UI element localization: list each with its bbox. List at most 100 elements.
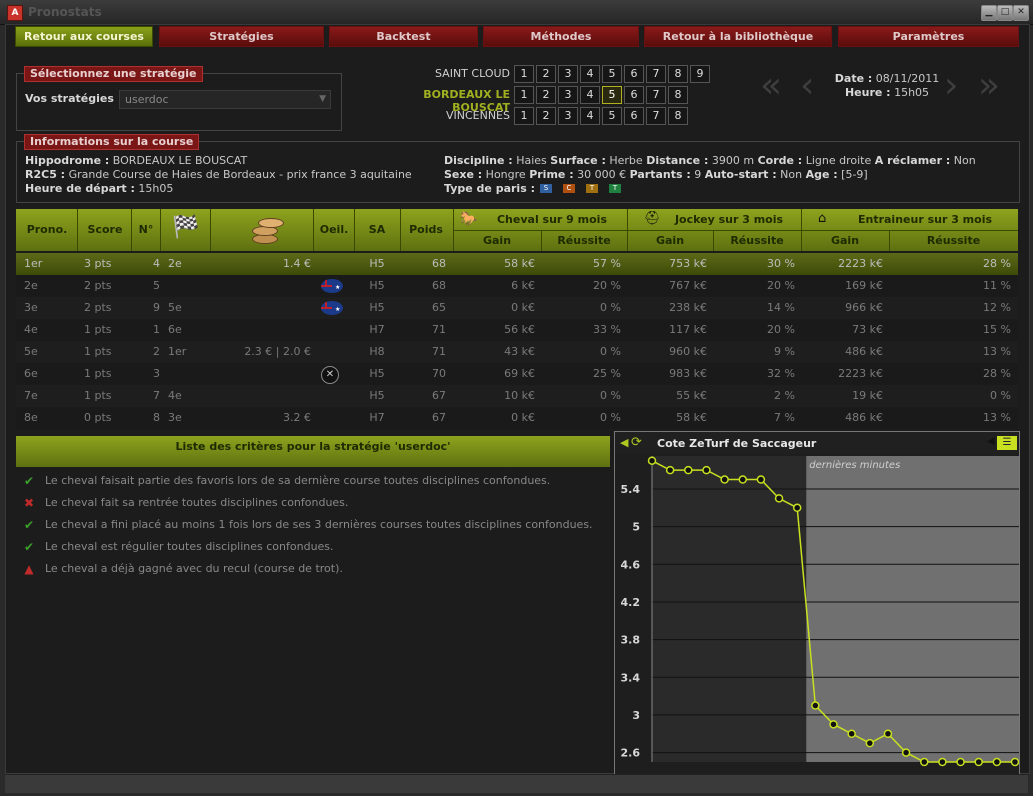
race-number-button[interactable]: 7 xyxy=(646,65,666,83)
table-row[interactable]: 8e 0 pts 8 3e 3.2 € H7 67 0 k€ 0 % 58 k€ 7 % 486 k€… xyxy=(16,407,1018,429)
checkered-flag-icon[interactable]: 🏁 xyxy=(171,213,201,243)
col-sa[interactable]: SA xyxy=(354,223,400,236)
cell-prono: 5e xyxy=(24,345,38,358)
chart-y-tick-label: 3.4 xyxy=(621,671,641,684)
close-icon[interactable]: ✕ xyxy=(1013,5,1029,21)
race-number-button-selected[interactable]: 5 xyxy=(602,86,622,104)
table-row[interactable]: 2e 2 pts 5 H5 68 6 k€ 20 % 767 k€ 20 % 169 k€ 11 %… xyxy=(16,275,1018,297)
info-line-1: Discipline : Haies Surface : Herbe Dista… xyxy=(444,154,976,167)
race-number-button[interactable]: 2 xyxy=(536,107,556,125)
race-number-button[interactable]: 4 xyxy=(580,86,600,104)
cell-prono: 7e xyxy=(24,389,38,402)
cell-prono: 3e xyxy=(24,301,38,314)
maximize-icon[interactable]: □ xyxy=(997,5,1013,21)
col-cheval-reussite[interactable]: Réussite xyxy=(541,234,627,247)
col-jockey-reussite[interactable]: Réussite xyxy=(713,234,801,247)
col-entraineur[interactable]: Entraineur sur 3 mois xyxy=(832,213,1018,226)
oeil-empty xyxy=(321,253,345,275)
col-num[interactable]: N° xyxy=(132,223,160,236)
nav-strategies-button[interactable]: Stratégies xyxy=(159,26,324,47)
col-jockey[interactable]: Jockey sur 3 mois xyxy=(656,213,802,226)
nav-backtest-button[interactable]: Backtest xyxy=(329,26,478,47)
col-entraineur-reussite[interactable]: Réussite xyxy=(889,234,1018,247)
nav-parametres-button[interactable]: Paramètres xyxy=(838,26,1019,47)
hippodrome-saint-cloud[interactable]: SAINT CLOUD xyxy=(400,67,510,80)
info-hippodrome: Hippodrome : BORDEAUX LE BOUSCAT xyxy=(25,154,248,167)
race-number-button[interactable]: 6 xyxy=(624,65,644,83)
cell-poids: 68 xyxy=(432,257,446,270)
horse-icon: 🐎 xyxy=(460,211,478,227)
race-number-button[interactable]: 9 xyxy=(690,65,710,83)
table-row[interactable]: 6e 1 pts 3 H5 70 69 k€ 25 % 983 k€ 32 % 2223 k€ 28… xyxy=(16,363,1018,385)
cell-eg: 73 k€ xyxy=(852,323,883,336)
cell-poids: 68 xyxy=(432,279,446,292)
chart-y-tick-label: 5.4 xyxy=(621,483,641,496)
col-oeil[interactable]: Oeil. xyxy=(314,223,354,236)
col-score[interactable]: Score xyxy=(78,223,132,236)
chart-data-point xyxy=(756,475,766,484)
criteria-title: Liste des critères pour la stratégie 'us… xyxy=(16,436,610,467)
race-number-button[interactable]: 7 xyxy=(646,86,666,104)
nav-methodes-button[interactable]: Méthodes xyxy=(483,26,639,47)
col-entraineur-gain[interactable]: Gain xyxy=(801,234,889,247)
chart-data-point xyxy=(738,475,747,484)
table-row[interactable]: 4e 1 pts 1 6e H7 71 56 k€ 33 % 117 k€ 20 % 73 k€ 15… xyxy=(16,319,1018,341)
race-number-button[interactable]: 1 xyxy=(514,86,534,104)
race-number-button[interactable]: 3 xyxy=(558,86,578,104)
chart-data-point xyxy=(956,757,965,767)
table-row[interactable]: 5e 1 pts 2 1er 2.3 € | 2.0 € H8 71 43 k€ 0 % 960 … xyxy=(16,341,1018,363)
cell-jr: 32 % xyxy=(767,367,795,380)
hippodrome-vincennes[interactable]: VINCENNES xyxy=(400,109,510,122)
race-number-button[interactable]: 5 xyxy=(602,65,622,83)
col-poids[interactable]: Poids xyxy=(400,223,452,236)
race-number-button[interactable]: 6 xyxy=(624,86,644,104)
last-day-icon[interactable]: » xyxy=(978,68,1000,104)
chart-data-point xyxy=(792,503,802,513)
table-row[interactable]: 3e 2 pts 9 5e H5 65 0 k€ 0 % 238 k€ 14 % 966 k€ 12 … xyxy=(16,297,1018,319)
oeil-empty xyxy=(321,319,345,341)
col-jockey-gain[interactable]: Gain xyxy=(627,234,713,247)
next-day-icon[interactable]: › xyxy=(944,68,958,104)
coins-icon[interactable] xyxy=(246,212,286,246)
first-day-icon[interactable]: « xyxy=(760,68,782,104)
cell-poids: 71 xyxy=(432,345,446,358)
previous-day-icon[interactable]: ‹ xyxy=(800,68,814,104)
race-number-button[interactable]: 3 xyxy=(558,107,578,125)
race-number-button[interactable]: 6 xyxy=(624,107,644,125)
col-cheval[interactable]: Cheval sur 9 mois xyxy=(476,213,628,226)
strategy-select[interactable]: userdoc ▼ xyxy=(119,90,331,109)
cell-cg: 0 k€ xyxy=(511,411,535,424)
minimize-icon[interactable]: ▁ xyxy=(981,5,997,21)
race-number-button[interactable]: 8 xyxy=(668,86,688,104)
race-number-button[interactable]: 1 xyxy=(514,107,534,125)
cell-eg: 966 k€ xyxy=(845,301,883,314)
race-number-button[interactable]: 2 xyxy=(536,86,556,104)
bet-type-badge: C xyxy=(563,184,575,193)
bet-type-badge: T xyxy=(609,184,621,193)
race-number-button[interactable]: 8 xyxy=(668,107,688,125)
race-number-button[interactable]: 2 xyxy=(536,65,556,83)
race-number-button[interactable]: 7 xyxy=(646,107,666,125)
cell-score: 2 pts xyxy=(84,301,112,314)
nav-bibliotheque-button[interactable]: Retour à la bibliothèque xyxy=(644,26,832,47)
nav-retour-courses-button[interactable]: Retour aux courses xyxy=(15,26,153,47)
cell-score: 1 pts xyxy=(84,323,112,336)
cell-score: 3 pts xyxy=(84,257,112,270)
cell-sa: H5 xyxy=(369,367,385,380)
cell-num: 1 xyxy=(153,323,160,336)
col-cheval-gain[interactable]: Gain xyxy=(453,234,541,247)
race-number-button[interactable]: 8 xyxy=(668,65,688,83)
table-row[interactable]: 1er 3 pts 4 2e 1.4 € H5 68 58 k€ 57 % 753 k€ 30 % 2… xyxy=(16,253,1018,275)
cell-cote xyxy=(211,297,311,319)
cell-er: 0 % xyxy=(990,389,1011,402)
race-number-button[interactable]: 5 xyxy=(602,107,622,125)
race-number-button[interactable]: 3 xyxy=(558,65,578,83)
race-number-button[interactable]: 4 xyxy=(580,107,600,125)
race-number-button[interactable]: 1 xyxy=(514,65,534,83)
cell-cote xyxy=(211,275,311,297)
cell-music xyxy=(168,363,208,385)
table-row[interactable]: 7e 1 pts 7 4e H5 67 10 k€ 0 % 55 k€ 2 % 19 k€ 0 % xyxy=(16,385,1018,407)
race-number-button[interactable]: 4 xyxy=(580,65,600,83)
cell-cote: 3.2 € xyxy=(283,411,311,424)
col-prono[interactable]: Prono. xyxy=(16,223,78,236)
